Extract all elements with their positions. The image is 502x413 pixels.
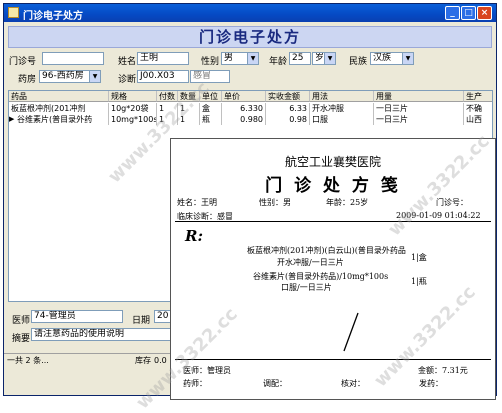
amount-cell[interactable]: 0.98	[266, 114, 310, 125]
name-input[interactable]: 王明	[137, 52, 189, 65]
check-field: 核对：	[341, 379, 365, 388]
chevron-down-icon[interactable]: ▼	[247, 53, 258, 64]
summary-input[interactable]: 请注意药品的使用说明	[31, 328, 171, 341]
summary-label: 摘要	[12, 334, 31, 344]
total-amount: 金额：7.31元	[418, 366, 468, 375]
app-icon	[8, 7, 19, 18]
patient-gender: 性别：男	[259, 198, 291, 207]
ethnic-value: 汉族	[373, 53, 392, 63]
spec-cell[interactable]: 10g*20袋	[109, 103, 157, 114]
ethnic-label: 民族	[349, 57, 368, 67]
rp-symbol: R:	[185, 227, 204, 245]
spec-cell[interactable]: 10mg*100s	[109, 114, 157, 125]
ethnic-select[interactable]: 汉族 ▼	[370, 52, 414, 65]
price-cell[interactable]: 6.330	[222, 103, 266, 114]
price-cell[interactable]: 0.980	[222, 114, 266, 125]
item-2-line1: 谷维素片(普目录外药品)/10mg*100s	[253, 272, 389, 281]
doctor-input[interactable]: 74-管理员	[31, 310, 123, 323]
drug-name-cell[interactable]: 谷维素片(普目录外药	[15, 114, 109, 125]
title-bar[interactable]: 门诊电子处方 _ □ ×	[4, 4, 496, 22]
age-unit-value: 岁	[315, 53, 325, 63]
form-banner: 门诊电子处方	[8, 26, 492, 48]
usage-cell[interactable]: 开水冲服	[310, 103, 374, 114]
record-count: 一共 2 条...	[7, 356, 49, 365]
clinic-no-label: 门诊号	[9, 57, 37, 67]
gender-value: 男	[224, 53, 234, 63]
footer-divider	[175, 359, 491, 360]
chevron-down-icon[interactable]: ▼	[402, 53, 413, 64]
unit-cell[interactable]: 瓶	[200, 114, 222, 125]
item-1-line2: 开水冲服/一日三片	[277, 258, 344, 267]
column-header[interactable]: 药品	[9, 91, 109, 102]
pharmacist-field: 药师：	[183, 379, 207, 388]
clinic-no-input[interactable]	[42, 52, 104, 65]
pharmacy-value: 96-西药房	[42, 71, 84, 81]
column-header[interactable]: 单价	[222, 91, 266, 102]
age-input[interactable]: 25	[289, 52, 311, 65]
signature-slash	[343, 312, 359, 352]
patient-name: 姓名：王明	[177, 198, 217, 207]
diagnosis-code-input[interactable]: J00.X03	[137, 70, 189, 83]
maker-cell[interactable]: 不确	[464, 103, 492, 114]
usage-cell[interactable]: 口服	[310, 114, 374, 125]
issue-field: 发药：	[419, 379, 443, 388]
maker-cell[interactable]: 山西	[464, 114, 492, 125]
item-1-qty: 1|盒	[411, 253, 427, 262]
name-label: 姓名	[118, 57, 137, 67]
column-header[interactable]: 生产	[464, 91, 492, 102]
doctor-label: 医师	[12, 316, 31, 326]
age-unit-select[interactable]: 岁 ▼	[312, 52, 336, 65]
diagnosis-label: 诊断	[118, 75, 137, 85]
dosage-cell[interactable]: 一日三片	[374, 103, 464, 114]
pharmacy-select[interactable]: 96-西药房 ▼	[39, 70, 101, 83]
patient-age: 年龄：25岁	[326, 198, 369, 207]
drug-name-cell[interactable]: 板蓝根冲剂(201冲剂	[9, 103, 109, 114]
pharmacy-label: 药房	[18, 75, 37, 85]
chevron-down-icon[interactable]: ▼	[89, 71, 100, 82]
close-button[interactable]: ×	[477, 6, 492, 20]
minimize-button[interactable]: _	[445, 6, 460, 20]
clinic-number: 门诊号：	[436, 198, 468, 207]
gender-label: 性别	[201, 57, 220, 67]
item-1-line1: 板蓝根冲剂(201冲剂)(白云山)(普目录外药品	[247, 246, 406, 255]
dosage-cell[interactable]: 一日三片	[374, 114, 464, 125]
age-label: 年龄	[269, 57, 288, 67]
column-header[interactable]: 用量	[374, 91, 464, 102]
unit-cell[interactable]: 盒	[200, 103, 222, 114]
date-label: 日期	[132, 316, 151, 326]
header-divider	[175, 221, 491, 222]
maximize-button[interactable]: □	[461, 6, 476, 20]
column-header[interactable]: 实收金额	[266, 91, 310, 102]
column-header[interactable]: 规格	[109, 91, 157, 102]
column-header[interactable]: 用法	[310, 91, 374, 102]
dispense-field: 调配：	[263, 379, 287, 388]
item-2-line2: 口服/一日三片	[281, 283, 332, 292]
chevron-down-icon[interactable]: ▼	[324, 53, 335, 64]
amount-cell[interactable]: 6.33	[266, 103, 310, 114]
window-title: 门诊电子处方	[23, 11, 83, 22]
item-2-qty: 1|瓶	[411, 277, 427, 286]
gender-select[interactable]: 男 ▼	[221, 52, 259, 65]
stock-label: 库存	[135, 356, 151, 365]
